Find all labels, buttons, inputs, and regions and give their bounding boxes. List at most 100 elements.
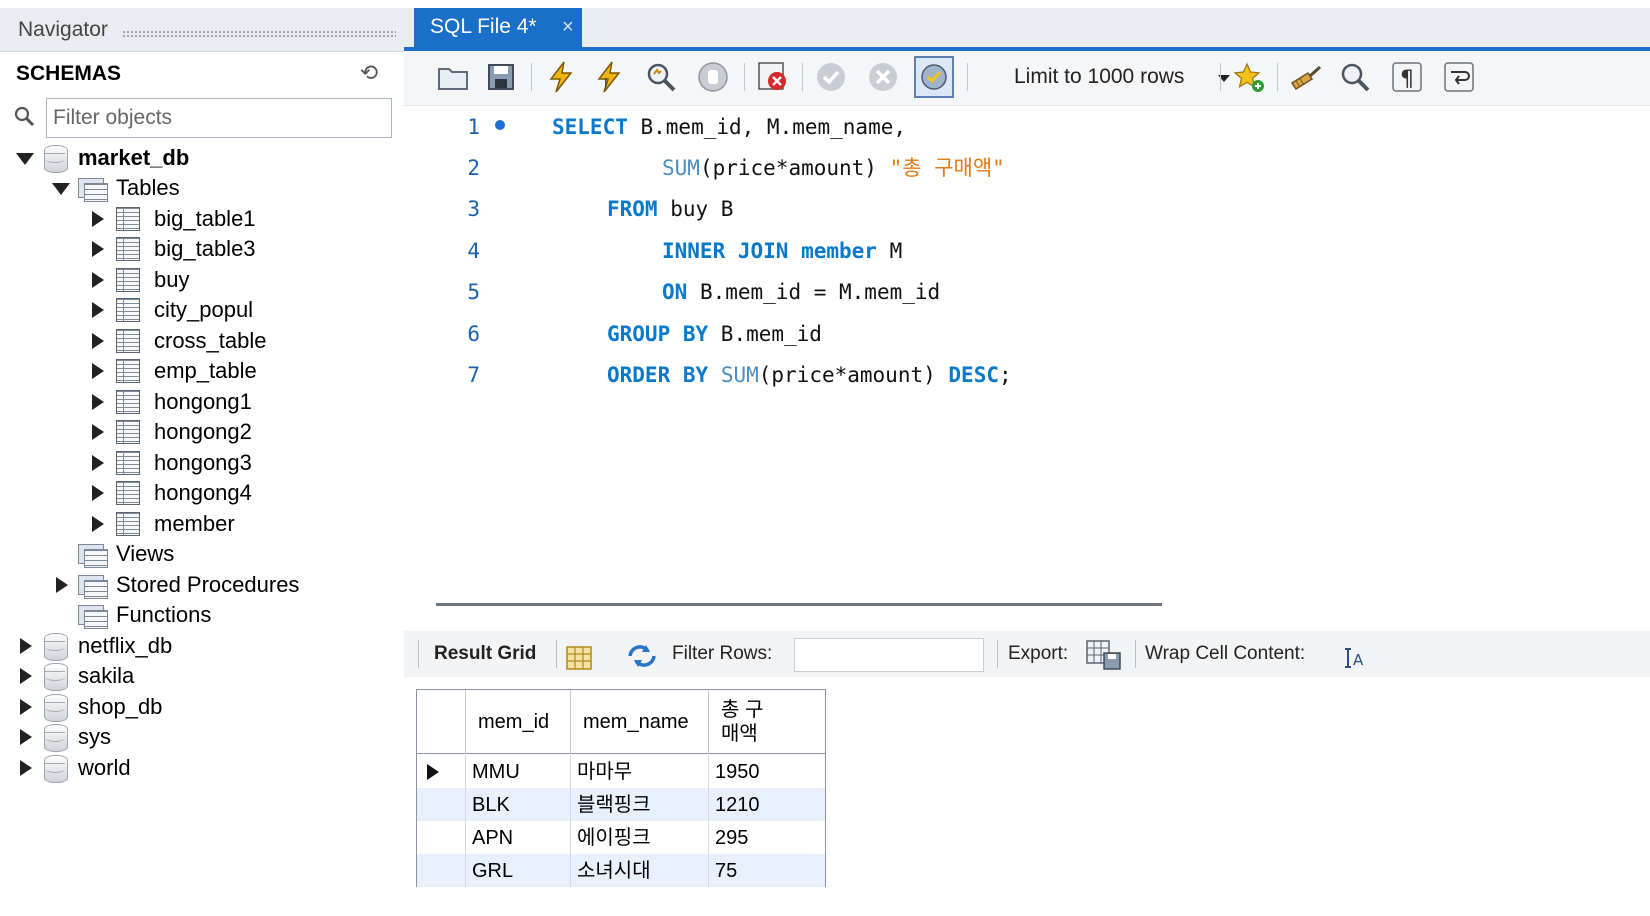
schemas-label: SCHEMAS xyxy=(16,62,122,85)
tree-item-label: hongong3 xyxy=(154,450,252,475)
add-snippet-star-icon[interactable] xyxy=(1232,60,1266,94)
sql-code-editor[interactable]: 1 2 3 4 5 6 7 SELECT B.mem_id, M.mem_nam… xyxy=(404,106,1650,592)
tree-item-schema[interactable]: netflix_db xyxy=(16,631,172,661)
tree-item-tables[interactable]: Tables xyxy=(52,173,180,203)
table-row[interactable]: GRL 소녀시대 75 xyxy=(417,854,825,887)
wrap-cell-content-label: Wrap Cell Content: xyxy=(1145,643,1306,664)
execute-icon[interactable] xyxy=(544,60,578,94)
collapse-arrow-icon[interactable] xyxy=(52,179,70,197)
export-icon[interactable] xyxy=(1086,640,1122,670)
expand-arrow-icon[interactable] xyxy=(88,362,106,380)
word-wrap-icon[interactable] xyxy=(1442,60,1476,94)
column-header-mem-id[interactable]: mem_id xyxy=(465,690,570,754)
rollback-icon[interactable] xyxy=(866,60,900,94)
refresh-icon[interactable]: ⟲ xyxy=(356,60,382,86)
invisible-chars-icon[interactable]: ¶ xyxy=(1390,60,1424,94)
open-folder-icon[interactable] xyxy=(436,60,470,94)
line-number: 4 xyxy=(467,239,480,263)
tree-item-table[interactable]: member xyxy=(88,509,235,539)
cell-total[interactable]: 1210 xyxy=(708,788,825,821)
cell-mem-id[interactable]: BLK xyxy=(465,788,570,821)
cell-mem-id[interactable]: APN xyxy=(465,821,570,854)
tree-item-table[interactable]: hongong1 xyxy=(88,387,252,417)
expand-arrow-icon[interactable] xyxy=(16,667,34,685)
tree-item-schema[interactable]: sys xyxy=(16,722,111,752)
tree-item-schema[interactable]: world xyxy=(16,753,131,783)
cell-mem-name[interactable]: 블랙핑크 xyxy=(570,788,708,821)
tree-item-table[interactable]: big_table1 xyxy=(88,204,256,234)
tree-item-schema[interactable]: sakila xyxy=(16,661,134,691)
tree-item-views[interactable]: Views xyxy=(52,539,174,569)
commit-icon[interactable] xyxy=(814,60,848,94)
table-row[interactable]: APN 에이핑크 295 xyxy=(417,821,825,854)
stop-icon[interactable] xyxy=(696,60,730,94)
explain-icon[interactable] xyxy=(644,60,678,94)
expand-arrow-icon[interactable] xyxy=(52,576,70,594)
expand-arrow-icon[interactable] xyxy=(88,301,106,319)
tree-item-table[interactable]: city_popul xyxy=(88,295,253,325)
column-header-mem-name[interactable]: mem_name xyxy=(570,690,708,754)
expand-arrow-icon[interactable] xyxy=(16,759,34,777)
save-icon[interactable] xyxy=(484,60,518,94)
tree-item-schema[interactable]: shop_db xyxy=(16,692,162,722)
tree-item-stored-procedures[interactable]: Stored Procedures xyxy=(52,570,299,600)
tab-result-grid[interactable]: Result Grid xyxy=(434,631,536,677)
database-icon xyxy=(44,663,68,691)
cell-total[interactable]: 1950 xyxy=(708,755,825,788)
navigator-title: Navigator xyxy=(18,18,108,41)
beautify-broom-icon[interactable] xyxy=(1288,60,1322,94)
expand-arrow-icon[interactable] xyxy=(88,240,106,258)
cell-total[interactable]: 75 xyxy=(708,854,825,887)
tree-item-label: big_table3 xyxy=(154,236,256,261)
wrap-cell-toggle-icon[interactable]: A xyxy=(1342,642,1366,669)
tree-item-table[interactable]: hongong3 xyxy=(88,448,252,478)
expand-arrow-icon[interactable] xyxy=(88,423,106,441)
result-grid[interactable]: mem_id mem_name 총 구 매액 MMU 마마무 1950 BLK … xyxy=(416,689,826,887)
expand-arrow-icon[interactable] xyxy=(88,515,106,533)
toggle-continue-on-error-icon[interactable] xyxy=(756,60,790,94)
tree-item-table[interactable]: big_table3 xyxy=(88,234,256,264)
execute-current-icon[interactable]: I xyxy=(592,60,626,94)
expand-arrow-icon[interactable] xyxy=(16,637,34,655)
table-icon xyxy=(116,237,140,261)
code-line-5: ON B.mem_id = M.mem_id xyxy=(662,280,941,304)
table-icon xyxy=(116,298,140,322)
cell-mem-name[interactable]: 에이핑크 xyxy=(570,821,708,854)
export-label: Export: xyxy=(1008,643,1069,664)
table-row[interactable]: MMU 마마무 1950 xyxy=(417,755,825,788)
expand-arrow-icon[interactable] xyxy=(88,454,106,472)
cell-total[interactable]: 295 xyxy=(708,821,825,854)
limit-rows-select[interactable]: Limit to 1000 rows xyxy=(1008,60,1240,94)
expand-arrow-icon[interactable] xyxy=(88,210,106,228)
tab-sql-file[interactable]: SQL File 4* × xyxy=(414,8,582,48)
cell-mem-name[interactable]: 소녀시대 xyxy=(570,854,708,887)
autocommit-toggle-icon[interactable] xyxy=(914,56,954,98)
horizontal-scrollbar[interactable] xyxy=(436,603,1162,606)
column-header-total-purchase[interactable]: 총 구 매액 xyxy=(708,690,825,754)
expand-arrow-icon[interactable] xyxy=(88,332,106,350)
grid-view-icon[interactable] xyxy=(566,642,592,670)
expand-arrow-icon[interactable] xyxy=(16,698,34,716)
tree-item-table[interactable]: buy xyxy=(88,265,189,295)
tree-item-market-db[interactable]: market_db xyxy=(16,143,189,173)
tree-item-table[interactable]: cross_table xyxy=(88,326,267,356)
cell-mem-id[interactable]: GRL xyxy=(465,854,570,887)
filter-objects-input[interactable] xyxy=(46,98,392,138)
panel-grip[interactable] xyxy=(122,30,396,38)
tree-item-functions[interactable]: Functions xyxy=(52,600,211,630)
filter-rows-input[interactable] xyxy=(794,638,984,672)
find-replace-icon[interactable] xyxy=(1338,60,1372,94)
expand-arrow-icon[interactable] xyxy=(88,484,106,502)
tree-item-table[interactable]: hongong2 xyxy=(88,417,252,447)
table-row[interactable]: BLK 블랙핑크 1210 xyxy=(417,788,825,821)
refresh-results-icon[interactable] xyxy=(626,641,658,667)
collapse-arrow-icon[interactable] xyxy=(16,149,34,167)
cell-mem-name[interactable]: 마마무 xyxy=(570,755,708,788)
cell-mem-id[interactable]: MMU xyxy=(465,755,570,788)
expand-arrow-icon[interactable] xyxy=(88,393,106,411)
tree-item-table[interactable]: emp_table xyxy=(88,356,257,386)
tree-item-table[interactable]: hongong4 xyxy=(88,478,252,508)
expand-arrow-icon[interactable] xyxy=(88,271,106,289)
expand-arrow-icon[interactable] xyxy=(16,728,34,746)
close-icon[interactable]: × xyxy=(562,8,574,46)
